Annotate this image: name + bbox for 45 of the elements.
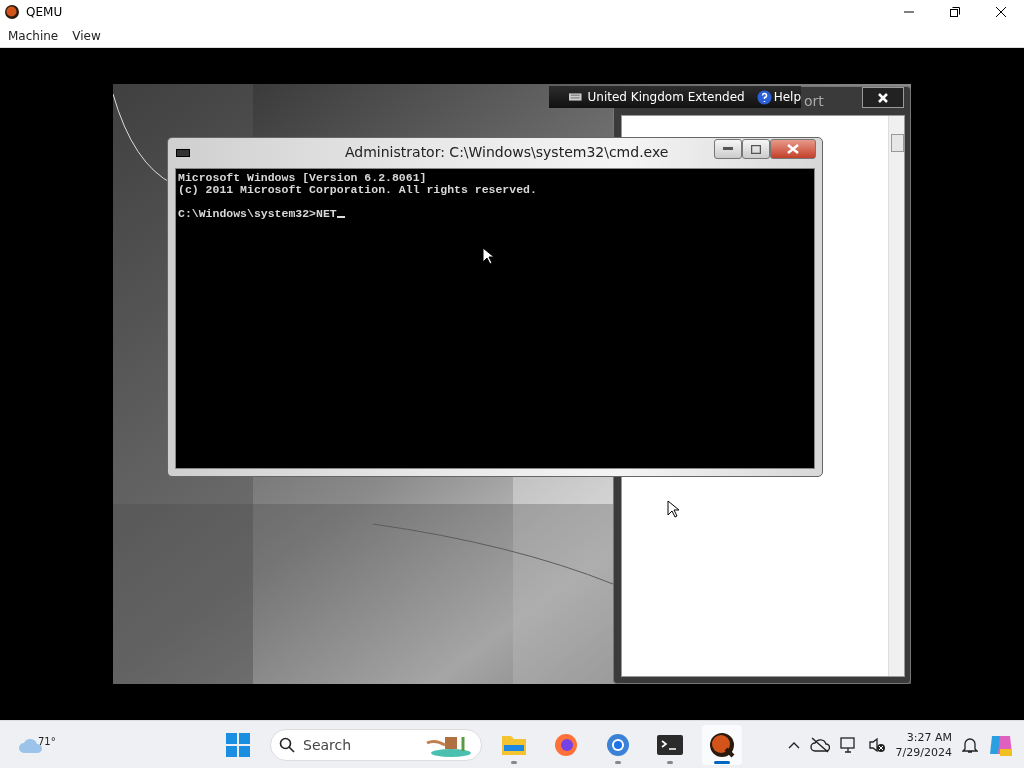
close-button[interactable]: [862, 87, 904, 108]
clock[interactable]: 3:27 AM 7/29/2024: [895, 729, 952, 760]
close-icon: [787, 144, 799, 154]
search-field[interactable]: Search: [301, 735, 417, 754]
maximize-button[interactable]: [742, 139, 770, 159]
browser-icon: [554, 732, 578, 757]
minimize-icon: [723, 147, 733, 151]
time-text: 3:27 AM: [906, 729, 952, 745]
console-line: (c) 2011 Microsoft Corporation. All rights reserved.: [178, 184, 538, 196]
console-line: Microsoft Windows [Version 6.2.8061]: [178, 172, 428, 184]
qemu-icon: [4, 4, 20, 20]
keyboard-layout[interactable]: United Kingdom Extended: [587, 90, 745, 104]
date-text: 7/29/2024: [895, 744, 952, 760]
search-bar[interactable]: Search: [270, 728, 482, 761]
pointer-icon: [667, 500, 679, 518]
help-icon: [756, 89, 772, 105]
temperature: 71°: [38, 735, 56, 747]
windows-icon: [226, 732, 250, 757]
search-icon: [279, 736, 295, 753]
cloud-off-icon[interactable]: [809, 736, 830, 753]
window-title: Administrator: C:\Windows\system32\cmd.exe: [345, 144, 669, 160]
close-icon: [996, 7, 1006, 17]
close-icon: [878, 92, 888, 103]
menu-item[interactable]: View: [68, 28, 105, 43]
help-button[interactable]: Help: [756, 89, 801, 105]
console-icon: [176, 147, 190, 157]
monitor-icon[interactable]: [839, 735, 858, 754]
maximize-icon: [751, 144, 761, 154]
window-title: QEMU: [26, 5, 64, 19]
browser-icon: [606, 732, 630, 757]
minimize-button[interactable]: [714, 139, 742, 159]
chevron-up-icon[interactable]: [787, 740, 800, 749]
menu-item[interactable]: Machine: [4, 28, 63, 43]
qemu-icon: [709, 731, 735, 758]
bell-icon[interactable]: [962, 735, 978, 754]
command-prompt: C:\Windows\system32>NET: [178, 208, 337, 220]
terminal-icon: [657, 734, 683, 755]
restore-icon: [950, 7, 960, 17]
text-cursor: [336, 216, 345, 218]
keyboard-icon: [569, 93, 582, 101]
pointer-icon: [482, 247, 494, 265]
window-title: ort: [804, 93, 824, 109]
speaker-muted-icon[interactable]: [867, 735, 886, 754]
taskbar-app[interactable]: [702, 724, 742, 765]
scrollbar[interactable]: [888, 116, 904, 676]
